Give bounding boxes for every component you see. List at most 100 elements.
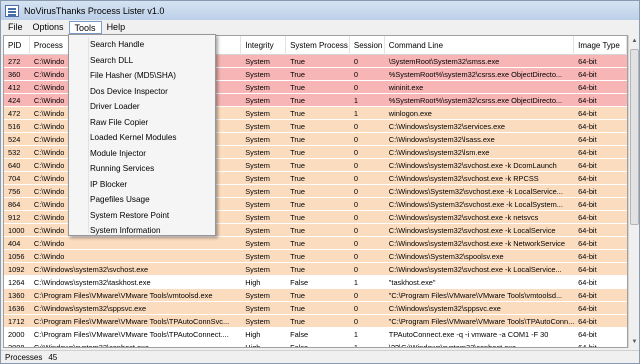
menu-item-loaded-kernel-modules[interactable]: Loaded Kernel Modules xyxy=(90,130,177,145)
cell-system-process: False xyxy=(290,330,309,339)
cell-pid: 360 xyxy=(8,70,21,79)
cell-process: C:\Program Files\VMware\VMware Tools\vmt… xyxy=(33,291,213,300)
menu-options[interactable]: Options xyxy=(28,21,69,34)
cell-session: 1 xyxy=(353,96,358,105)
cell-process: C:\Windows\system32\taskhost.exe xyxy=(33,278,151,287)
cell-system-process: True xyxy=(290,57,305,66)
cell-system-process: True xyxy=(290,70,305,79)
table-row[interactable]: 2000 C:\Program Files\VMware\VMware Tools… xyxy=(4,328,627,341)
menu-item-search-dll[interactable]: Search DLL xyxy=(90,53,133,68)
cell-session: 1 xyxy=(353,330,358,339)
app-icon xyxy=(5,4,19,17)
table-row[interactable]: 1712 C:\Program Files\VMware\VMware Tools… xyxy=(4,315,627,328)
cell-command-line: \SystemRoot\System32\smss.exe xyxy=(388,57,500,66)
cell-session: 0 xyxy=(353,265,358,274)
cell-process: C:\Program Files\VMware\VMware Tools\TPA… xyxy=(33,330,229,339)
cell-system-process: True xyxy=(290,109,305,118)
table-row[interactable]: 2008 C:\Windows\system32\conhost.exe High F… xyxy=(4,341,627,347)
menu-item-running-services[interactable]: Running Services xyxy=(90,161,154,176)
menu-item-module-injector[interactable]: Module Injector xyxy=(90,146,146,161)
cell-system-process: True xyxy=(290,265,305,274)
cell-session: 0 xyxy=(353,252,358,261)
cell-command-line: C:\Windows\system32\services.exe xyxy=(388,122,505,131)
cell-session: 0 xyxy=(353,187,358,196)
menu-item-search-handle[interactable]: Search Handle xyxy=(90,37,144,52)
cell-system-process: True xyxy=(290,187,305,196)
cell-integrity: High xyxy=(245,330,261,339)
cell-integrity: System xyxy=(245,174,270,183)
cell-pid: 1264 xyxy=(8,278,25,287)
scroll-down-arrow-icon[interactable]: ▼ xyxy=(629,336,640,348)
status-bar: Processes 45 xyxy=(1,350,639,363)
cell-image-type: 64-bit xyxy=(578,278,597,287)
cell-pid: 1000 xyxy=(8,226,25,235)
column-header-command-line[interactable]: Command Line xyxy=(385,36,575,55)
menu-file[interactable]: File xyxy=(3,21,28,34)
menu-item-raw-file-copier[interactable]: Raw File Copier xyxy=(90,115,148,130)
cell-integrity: System xyxy=(245,317,270,326)
scroll-thumb[interactable] xyxy=(630,49,639,225)
cell-process: C:\Windo xyxy=(33,252,65,261)
cell-session: 0 xyxy=(353,57,358,66)
cell-command-line: wininit.exe xyxy=(388,83,424,92)
cell-command-line: TPAutoConnect.exe -q -i vmware -a COM1 -… xyxy=(388,330,549,339)
cell-session: 0 xyxy=(353,291,358,300)
cell-integrity: System xyxy=(245,252,270,261)
vertical-scrollbar[interactable]: ▲ ▼ xyxy=(628,35,639,348)
table-row[interactable]: 1056 C:\Windo System True 0 C:\Windows\System… xyxy=(4,250,627,263)
cell-command-line: C:\Windows\system32\svchost.exe -k RPCSS xyxy=(388,174,539,183)
status-label: Processes xyxy=(5,352,43,362)
cell-system-process: True xyxy=(290,96,305,105)
cell-integrity: System xyxy=(245,57,270,66)
menu-item-file-hasher[interactable]: File Hasher (MD5\SHA) xyxy=(90,68,176,83)
cell-pid: 756 xyxy=(8,187,21,196)
table-row[interactable]: 1264 C:\Windows\system32\taskhost.exe High… xyxy=(4,276,627,289)
menu-item-pagefiles-usage[interactable]: Pagefiles Usage xyxy=(90,192,150,207)
cell-integrity: System xyxy=(245,122,270,131)
cell-integrity: System xyxy=(245,304,270,313)
column-header-pid[interactable]: PID xyxy=(4,36,30,55)
table-row[interactable]: 1092 C:\Windows\system32\svchost.exe Syste… xyxy=(4,263,627,276)
cell-system-process: True xyxy=(290,239,305,248)
cell-command-line: C:\Windows\system32\sppsvc.exe xyxy=(388,304,501,313)
cell-image-type: 64-bit xyxy=(578,148,597,157)
table-row[interactable]: 1636 C:\Windows\system32\sppsvc.exe System… xyxy=(4,302,627,315)
column-header-session[interactable]: Session xyxy=(350,36,385,55)
column-header-system-process[interactable]: System Process xyxy=(286,36,350,55)
cell-session: 1 xyxy=(353,278,358,287)
cell-command-line: C:\Windows\system32\svchost.exe -k DcomL… xyxy=(388,161,557,170)
column-header-integrity[interactable]: Integrity xyxy=(241,36,287,55)
title-bar[interactable]: NoVirusThanks Process Lister v1.0 xyxy=(1,1,639,20)
cell-integrity: System xyxy=(245,265,270,274)
cell-image-type: 64-bit xyxy=(578,252,597,261)
window-title: NoVirusThanks Process Lister v1.0 xyxy=(24,5,165,16)
cell-command-line: %SystemRoot%\system32\csrss.exe ObjectDi… xyxy=(388,70,563,79)
table-row[interactable]: 1360 C:\Program Files\VMware\VMware Tools… xyxy=(4,289,627,302)
cell-session: 0 xyxy=(353,135,358,144)
cell-session: 0 xyxy=(353,226,358,235)
cell-command-line: C:\Windows\system32\svchost.exe -k Netwo… xyxy=(388,239,565,248)
cell-integrity: High xyxy=(245,278,261,287)
cell-image-type: 64-bit xyxy=(578,83,597,92)
cell-command-line: C:\Windows\system32\svchost.exe -k netsv… xyxy=(388,213,539,222)
cell-integrity: System xyxy=(245,109,270,118)
menu-item-driver-loader[interactable]: Driver Loader xyxy=(90,99,140,114)
menu-item-system-restore-point[interactable]: System Restore Point xyxy=(90,208,169,223)
menu-item-system-information[interactable]: System Information xyxy=(90,223,161,238)
cell-command-line: C:\Windows\System32\svchost.exe -k Local… xyxy=(388,187,563,196)
menu-item-ip-blocker[interactable]: IP Blocker xyxy=(90,177,127,192)
menu-help[interactable]: Help xyxy=(102,21,131,34)
cell-pid: 412 xyxy=(8,83,21,92)
cell-system-process: True xyxy=(290,135,305,144)
menu-item-dos-device-inspector[interactable]: Dos Device Inspector xyxy=(90,84,168,99)
menu-tools[interactable]: Tools xyxy=(68,20,102,34)
cell-image-type: 64-bit xyxy=(578,96,597,105)
cell-process: C:\Windo xyxy=(33,239,65,248)
scroll-up-arrow-icon[interactable]: ▲ xyxy=(629,35,640,47)
cell-system-process: True xyxy=(290,317,305,326)
cell-pid: 1056 xyxy=(8,252,25,261)
column-header-image-type[interactable]: Image Type xyxy=(574,36,627,55)
cell-pid: 1360 xyxy=(8,291,25,300)
cell-command-line: C:\Windows\System32\spoolsv.exe xyxy=(388,252,504,261)
table-row[interactable]: 404 C:\Windo System True 0 C:\Windows\system3… xyxy=(4,237,627,250)
